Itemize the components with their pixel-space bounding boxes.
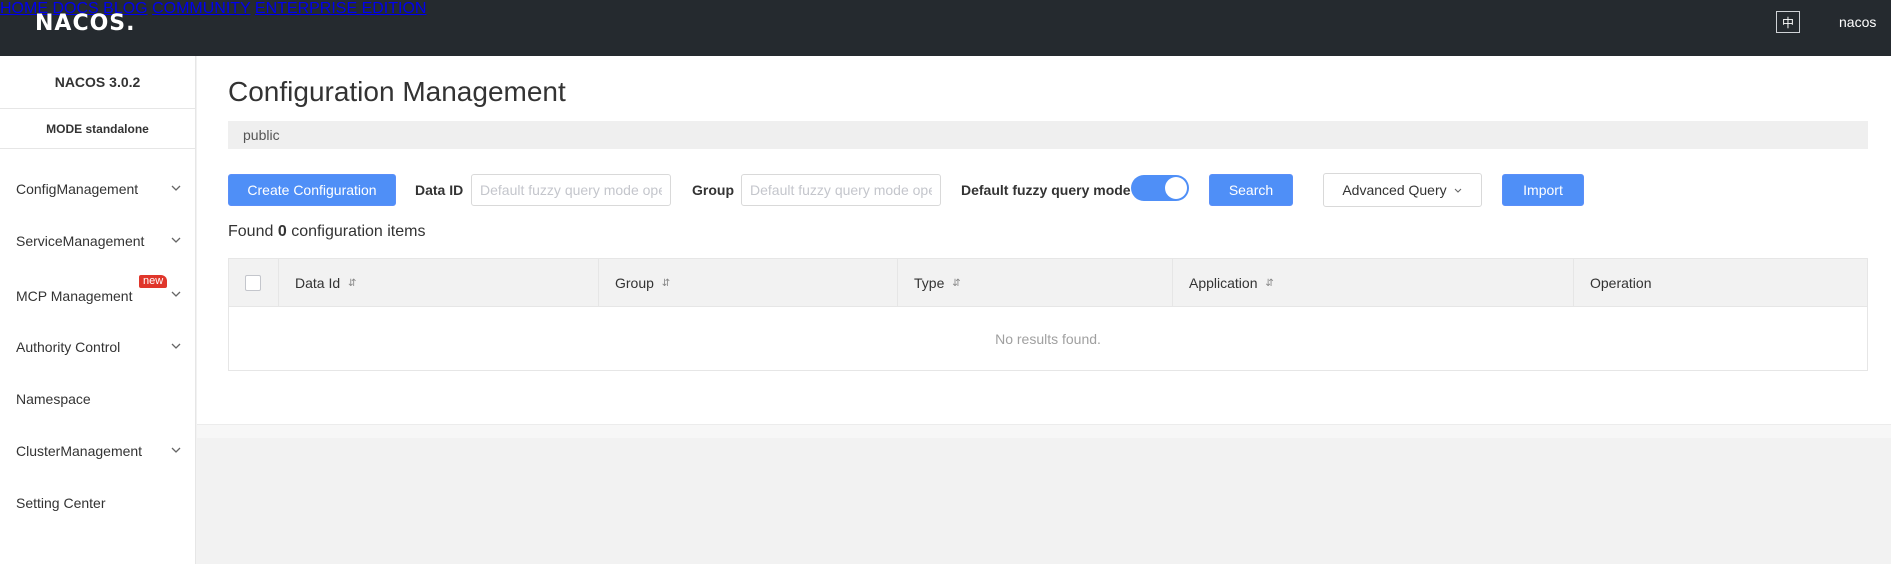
- sidebar-item-mcp-management[interactable]: MCP Management new: [0, 267, 195, 321]
- nav-enterprise-edition[interactable]: ENTERPRISE EDITION: [255, 0, 427, 17]
- chevron-down-icon: [171, 237, 181, 243]
- sort-icon[interactable]: ⇵: [662, 278, 670, 289]
- sidebar-item-label: Setting Center: [16, 495, 106, 511]
- main-content: Configuration Management public Create C…: [197, 56, 1891, 424]
- toggle-knob: [1165, 177, 1187, 199]
- language-switch[interactable]: 中: [1776, 11, 1800, 33]
- namespace-tab-public[interactable]: public: [243, 127, 280, 143]
- sidebar-item-label: Namespace: [16, 391, 91, 407]
- sidebar-item-service-management[interactable]: ServiceManagement: [0, 215, 195, 267]
- logo-text: NACOS.: [35, 11, 136, 36]
- sort-icon[interactable]: ⇵: [348, 278, 356, 289]
- column-type[interactable]: Type ⇵: [898, 259, 1173, 307]
- chevron-down-icon: [171, 447, 181, 453]
- sort-icon[interactable]: ⇵: [1266, 278, 1274, 289]
- fuzzy-query-toggle[interactable]: [1131, 175, 1189, 201]
- column-application[interactable]: Application ⇵: [1173, 259, 1574, 307]
- chevron-down-icon: [171, 343, 181, 349]
- nav-community[interactable]: COMMUNITY: [152, 0, 250, 17]
- sidebar-item-label: Authority Control: [16, 339, 121, 355]
- group-label: Group: [692, 182, 734, 198]
- chevron-down-icon: [1454, 188, 1462, 193]
- page-title: Configuration Management: [228, 76, 566, 107]
- sidebar-item-label: MCP Management: [16, 288, 133, 304]
- user-menu[interactable]: nacos: [1839, 14, 1876, 30]
- main-footer-divider: [197, 424, 1891, 438]
- new-badge: new: [139, 275, 168, 288]
- column-data-id[interactable]: Data Id ⇵: [279, 259, 599, 307]
- data-id-input[interactable]: [471, 174, 671, 206]
- version-label: NACOS 3.0.2: [0, 56, 195, 109]
- column-label: Operation: [1590, 275, 1652, 291]
- results-count: Found 0 configuration items: [228, 223, 425, 241]
- column-label: Application: [1189, 275, 1258, 291]
- select-all-checkbox[interactable]: [245, 275, 261, 291]
- column-label: Group: [615, 275, 654, 291]
- namespace-bar: public: [228, 121, 1868, 149]
- select-all-cell: [229, 259, 279, 307]
- data-id-label: Data ID: [415, 182, 464, 198]
- fuzzy-query-label: Default fuzzy query mode: [961, 182, 1131, 198]
- mode-key: MODE: [46, 121, 83, 136]
- column-label: Data Id: [295, 275, 341, 291]
- column-label: Type: [914, 275, 945, 291]
- found-prefix: Found: [228, 223, 274, 240]
- sort-icon[interactable]: ⇵: [952, 278, 960, 289]
- config-table: Data Id ⇵ Group ⇵ Type ⇵ Application ⇵ O…: [228, 258, 1868, 371]
- sidebar-item-setting-center[interactable]: Setting Center: [0, 477, 195, 529]
- sidebar-item-authority-control[interactable]: Authority Control: [0, 321, 195, 373]
- group-input[interactable]: [741, 174, 941, 206]
- found-count: 0: [277, 223, 287, 240]
- table-header: Data Id ⇵ Group ⇵ Type ⇵ Application ⇵ O…: [229, 259, 1867, 307]
- nacos-logo[interactable]: NACOS.: [35, 11, 136, 36]
- column-operation: Operation: [1574, 259, 1867, 307]
- column-group[interactable]: Group ⇵: [599, 259, 898, 307]
- sidebar-item-label: ConfigManagement: [16, 181, 139, 197]
- chevron-down-icon: [171, 291, 181, 297]
- mode-value: standalone: [85, 121, 149, 136]
- chevron-down-icon: [171, 185, 181, 191]
- empty-state: No results found.: [995, 330, 1101, 347]
- search-button[interactable]: Search: [1209, 174, 1293, 206]
- create-configuration-button[interactable]: Create Configuration: [228, 174, 396, 206]
- advanced-query-button[interactable]: Advanced Query: [1323, 173, 1482, 207]
- sidebar-item-cluster-management[interactable]: ClusterManagement: [0, 425, 195, 477]
- sidebar-item-config-management[interactable]: ConfigManagement: [0, 163, 195, 215]
- sidebar: NACOS 3.0.2 MODE standalone ConfigManage…: [0, 56, 196, 564]
- sidebar-item-label: ClusterManagement: [16, 443, 143, 459]
- top-navbar: NACOS. HOME DOCS BLOG COMMUNITY ENTERPRI…: [0, 0, 1891, 56]
- advanced-query-label: Advanced Query: [1342, 182, 1447, 198]
- mode-label: MODE standalone: [0, 109, 195, 149]
- import-button[interactable]: Import: [1502, 174, 1584, 206]
- sidebar-item-namespace[interactable]: Namespace: [0, 373, 195, 425]
- sidebar-item-label: ServiceManagement: [16, 233, 145, 249]
- found-suffix: configuration items: [291, 223, 426, 240]
